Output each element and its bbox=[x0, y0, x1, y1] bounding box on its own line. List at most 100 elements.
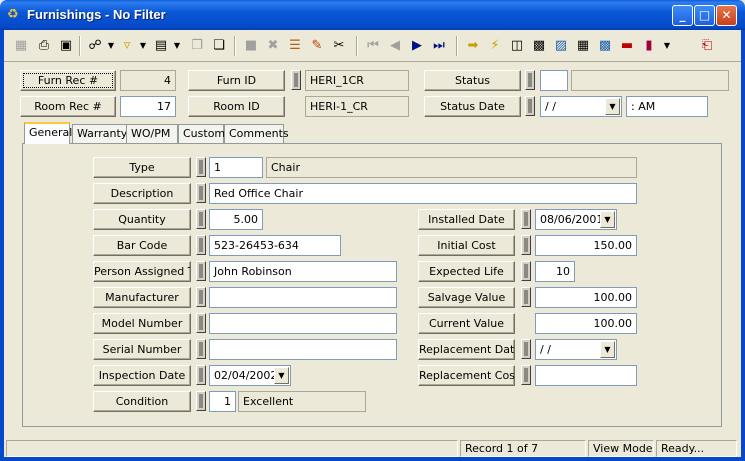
tab-custom[interactable]: Custom bbox=[178, 124, 225, 144]
tab-warranty[interactable]: Warranty bbox=[72, 124, 128, 144]
tree-icon[interactable]: ▩ bbox=[528, 35, 550, 57]
serial-number-field[interactable] bbox=[209, 339, 397, 360]
inspection-date-dropdown-icon[interactable]: ▼ bbox=[274, 367, 289, 384]
next-record-icon[interactable]: ▶ bbox=[406, 35, 428, 57]
room-rec-field[interactable]: 17 bbox=[120, 96, 176, 117]
manufacturer-field[interactable] bbox=[209, 287, 397, 308]
stack-icon[interactable]: ☰ bbox=[284, 35, 306, 57]
goto-arrow-icon[interactable]: ➡ bbox=[462, 35, 484, 57]
expected-life-field[interactable]: 10 bbox=[535, 261, 575, 282]
tab-comments[interactable]: Comments bbox=[224, 124, 289, 144]
salvage-value-field[interactable]: 100.00 bbox=[535, 287, 637, 308]
edit-pencil-icon[interactable]: ✎ bbox=[306, 35, 328, 57]
person-assigned-button[interactable]: Person Assigned To bbox=[93, 261, 191, 282]
installed-date-dropdown-icon[interactable]: ▼ bbox=[600, 211, 615, 228]
status-date-dropdown-icon[interactable]: ▼ bbox=[605, 98, 620, 115]
inspection-date-button[interactable]: Inspection Date bbox=[93, 365, 191, 386]
status-date-field[interactable]: / / ▼ bbox=[540, 96, 622, 117]
manufacturer-button[interactable]: Manufacturer bbox=[93, 287, 191, 308]
inspection-date-indicator bbox=[196, 365, 206, 385]
type-button[interactable]: Type bbox=[93, 157, 191, 178]
type-description-field: Chair bbox=[266, 157, 637, 178]
status-date-button[interactable]: Status Date bbox=[424, 96, 521, 117]
model-number-field[interactable] bbox=[209, 313, 397, 334]
description-field[interactable]: Red Office Chair bbox=[209, 183, 637, 204]
description-indicator bbox=[196, 183, 206, 203]
person-assigned-field[interactable]: John Robinson bbox=[209, 261, 397, 282]
installed-date-field[interactable]: 08/06/2001 ▼ bbox=[535, 209, 617, 230]
cut-icon[interactable]: ✂ bbox=[328, 35, 350, 57]
replacement-cost-button[interactable]: Replacement Cost bbox=[418, 365, 515, 386]
grid-icon[interactable]: ▦ bbox=[10, 35, 32, 57]
current-value-field[interactable]: 100.00 bbox=[535, 313, 637, 334]
chart-icon[interactable]: ▨ bbox=[550, 35, 572, 57]
copy-record-icon[interactable]: ❐ bbox=[186, 35, 208, 57]
previous-record-icon[interactable]: ◀ bbox=[384, 35, 406, 57]
first-record-icon[interactable]: ⏮ bbox=[362, 35, 384, 57]
expected-life-button[interactable]: Expected Life bbox=[418, 261, 515, 282]
description-button[interactable]: Description bbox=[93, 183, 191, 204]
model-number-indicator bbox=[196, 313, 206, 333]
save-icon[interactable]: ■ bbox=[240, 35, 262, 57]
status-bar: Record 1 of 7 View Mode Ready... bbox=[4, 439, 741, 457]
lightning-icon[interactable]: ⚡ bbox=[484, 35, 506, 57]
type-code-field[interactable]: 1 bbox=[209, 157, 263, 178]
status-time-field[interactable]: : AM bbox=[626, 96, 708, 117]
image-icon[interactable]: ▩ bbox=[594, 35, 616, 57]
furn-rec-field: 4 bbox=[120, 70, 176, 91]
book-dropdown-icon[interactable]: ▼ bbox=[656, 35, 678, 57]
model-number-button[interactable]: Model Number bbox=[93, 313, 191, 334]
tab-general[interactable]: General bbox=[24, 122, 72, 144]
initial-cost-field[interactable]: 150.00 bbox=[535, 235, 637, 256]
bar-code-button[interactable]: Bar Code bbox=[93, 235, 191, 256]
type-indicator bbox=[196, 157, 206, 177]
room-rec-button[interactable]: Room Rec # bbox=[20, 96, 116, 117]
delete-icon[interactable]: ✖ bbox=[262, 35, 284, 57]
duplicate-icon[interactable]: ❏ bbox=[208, 35, 230, 57]
quantity-button[interactable]: Quantity bbox=[93, 209, 191, 230]
inspection-date-field[interactable]: 02/04/2002 ▼ bbox=[209, 365, 291, 386]
exit-icon[interactable]: ⎗ bbox=[696, 35, 718, 57]
title-bar: ♻ Furnishings - No Filter _ □ ✕ bbox=[0, 0, 745, 30]
installed-date-value: 08/06/2001 bbox=[540, 213, 604, 226]
replacement-date-dropdown-icon[interactable]: ▼ bbox=[600, 341, 615, 358]
salvage-value-button[interactable]: Salvage Value bbox=[418, 287, 515, 308]
furn-id-button[interactable]: Furn ID bbox=[188, 70, 285, 91]
bar-code-field[interactable]: 523-26453-634 bbox=[209, 235, 341, 256]
condition-code-field[interactable]: 1 bbox=[209, 391, 236, 412]
condition-indicator bbox=[196, 391, 206, 411]
replacement-date-field[interactable]: / / ▼ bbox=[535, 339, 617, 360]
print-preview-icon[interactable]: ▣ bbox=[55, 35, 77, 57]
quantity-field[interactable]: 5.00 bbox=[209, 209, 263, 230]
status-indicator bbox=[525, 70, 535, 90]
initial-cost-button[interactable]: Initial Cost bbox=[418, 235, 515, 256]
minimize-button[interactable]: _ bbox=[672, 5, 693, 26]
report-dropdown-icon[interactable]: ▼ bbox=[166, 35, 188, 57]
installed-date-button[interactable]: Installed Date bbox=[418, 209, 515, 230]
status-button[interactable]: Status bbox=[424, 70, 521, 91]
condition-button[interactable]: Condition bbox=[93, 391, 191, 412]
current-value-button[interactable]: Current Value bbox=[418, 313, 515, 334]
inspection-date-value: 02/04/2002 bbox=[214, 369, 278, 382]
lookup-icon[interactable]: ◫ bbox=[506, 35, 528, 57]
room-id-button[interactable]: Room ID bbox=[188, 96, 285, 117]
window-frame-left bbox=[0, 30, 4, 461]
toolbar: ▦ ⎙ ▣ ☍ ▼ ▿ ▼ ▤ ▼ ❐ ❏ ■ ✖ ☰ ✎ ✂ ⏮ ◀ ▶ ⏭ … bbox=[4, 30, 741, 62]
replacement-date-button[interactable]: Replacement Date bbox=[418, 339, 515, 360]
sofa-icon[interactable]: ▬ bbox=[616, 35, 638, 57]
serial-number-button[interactable]: Serial Number bbox=[93, 339, 191, 360]
calculator-icon[interactable]: ▦ bbox=[572, 35, 594, 57]
furn-rec-button[interactable]: Furn Rec # bbox=[20, 70, 116, 91]
status-code-field[interactable] bbox=[540, 70, 568, 91]
print-icon[interactable]: ⎙ bbox=[33, 35, 55, 57]
person-assigned-indicator bbox=[196, 261, 206, 281]
status-description-field bbox=[571, 70, 729, 91]
close-button[interactable]: ✕ bbox=[716, 5, 737, 26]
maximize-button[interactable]: □ bbox=[694, 5, 715, 26]
bar-code-indicator bbox=[196, 235, 206, 255]
last-record-icon[interactable]: ⏭ bbox=[428, 35, 450, 57]
tab-wo-pm[interactable]: WO/PM bbox=[126, 124, 178, 144]
replacement-date-value: / / bbox=[540, 343, 551, 356]
window-title: Furnishings - No Filter bbox=[27, 7, 166, 22]
replacement-cost-field[interactable] bbox=[535, 365, 637, 386]
